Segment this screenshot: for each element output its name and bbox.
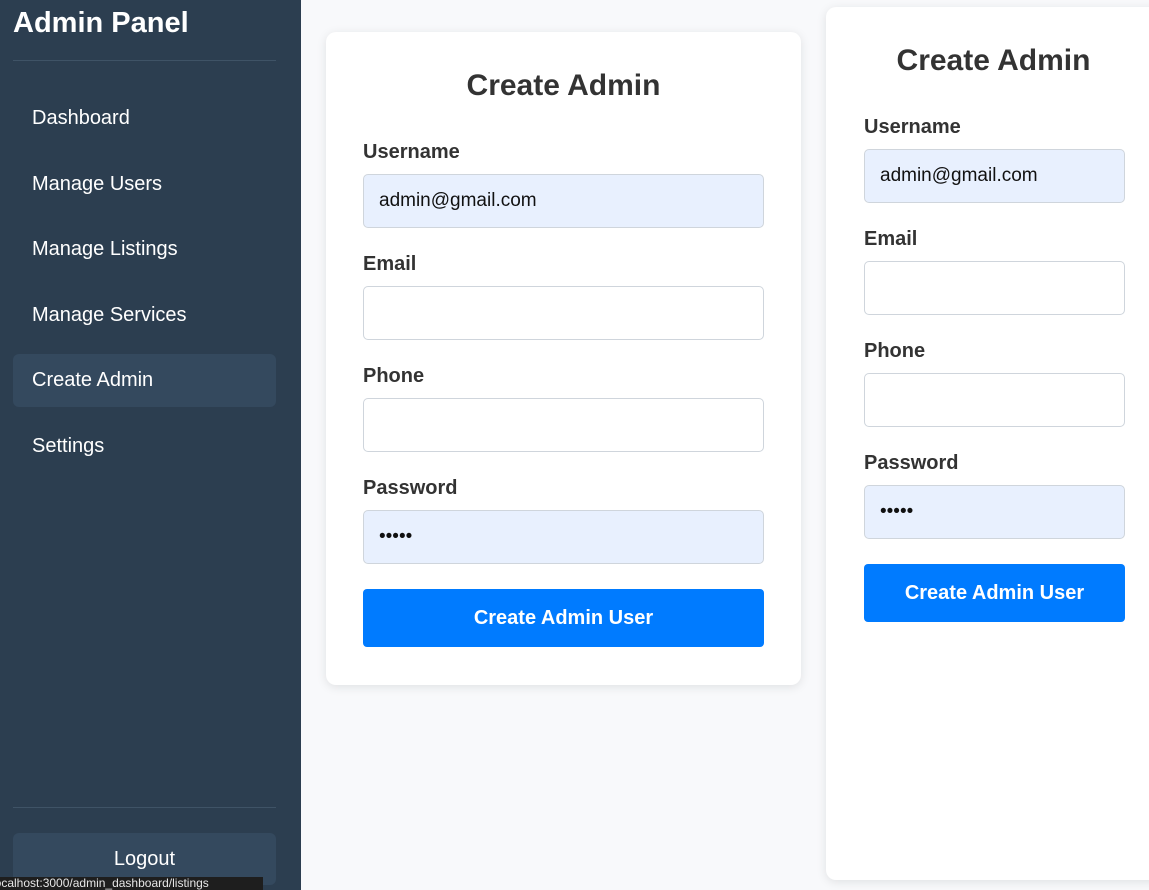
email-label: Email	[363, 253, 417, 275]
email-label: Email	[864, 228, 918, 250]
sidebar-nav: Dashboard Manage Users Manage Listings M…	[13, 92, 276, 486]
sidebar-item-settings[interactable]: Settings	[13, 420, 276, 473]
sidebar-divider-top	[13, 60, 276, 61]
form-title: Create Admin	[466, 69, 661, 102]
password-label: Password	[363, 477, 458, 499]
password-input[interactable]	[864, 485, 1125, 539]
email-input[interactable]	[864, 261, 1125, 315]
phone-input[interactable]	[864, 373, 1125, 427]
password-label: Password	[864, 452, 959, 474]
sidebar: Admin Panel Dashboard Manage Users Manag…	[0, 0, 301, 890]
create-admin-card-duplicate: Create Admin Username Email Phone Passwo…	[826, 7, 1149, 880]
create-admin-user-button[interactable]: Create Admin User	[864, 564, 1125, 622]
sidebar-item-manage-services[interactable]: Manage Services	[13, 289, 276, 342]
phone-input[interactable]	[363, 398, 764, 452]
username-label: Username	[363, 141, 460, 163]
sidebar-item-create-admin[interactable]: Create Admin	[13, 354, 276, 408]
phone-label: Phone	[864, 340, 926, 362]
phone-label: Phone	[363, 365, 425, 387]
create-admin-user-button[interactable]: Create Admin User	[363, 589, 764, 647]
sidebar-title: Admin Panel	[13, 7, 189, 39]
sidebar-item-manage-users[interactable]: Manage Users	[13, 158, 276, 211]
password-input[interactable]	[363, 510, 764, 564]
email-input[interactable]	[363, 286, 764, 340]
sidebar-item-dashboard[interactable]: Dashboard	[13, 92, 276, 145]
sidebar-divider-bottom	[13, 807, 276, 808]
sidebar-item-manage-listings[interactable]: Manage Listings	[13, 223, 276, 276]
status-bar-url: localhost:3000/admin_dashboard/listings	[0, 877, 263, 890]
username-label: Username	[864, 116, 961, 138]
username-input[interactable]	[864, 149, 1125, 203]
create-admin-card: Create Admin Username Email Phone Passwo…	[326, 32, 801, 685]
form-title: Create Admin	[896, 44, 1091, 77]
username-input[interactable]	[363, 174, 764, 228]
